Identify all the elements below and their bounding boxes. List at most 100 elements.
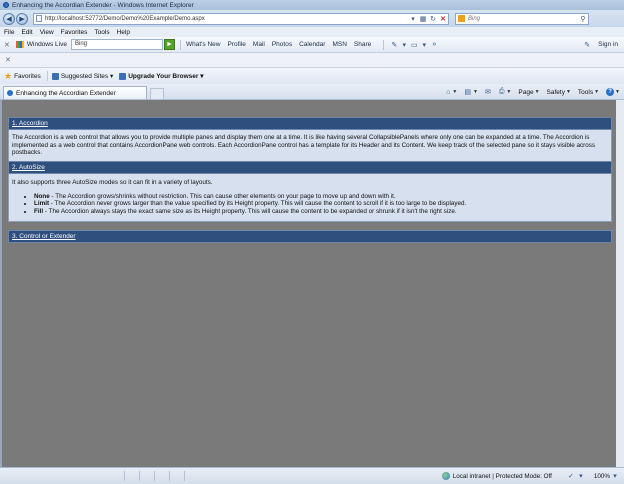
search-field[interactable]: Bing ⚲ (455, 12, 589, 25)
home-icon: ⌂ (446, 88, 451, 96)
menu-view[interactable]: View (40, 29, 54, 36)
chevron-down-icon[interactable]: ▾ (419, 40, 429, 50)
mail-icon: ✉ (484, 89, 491, 96)
accordion-pane-1: 1. Accordion The Accordion is a web cont… (8, 117, 612, 162)
accordion-content-1: The Accordion is a web control that allo… (8, 130, 612, 162)
upgrade-browser-link[interactable]: Upgrade Your Browser ▾ (128, 72, 203, 80)
security-zone[interactable]: Local intranet | Protected Mode: Off ✓ ▾… (441, 471, 624, 481)
help-icon: ? (606, 88, 615, 96)
page-menu[interactable]: Page ▼ (518, 89, 539, 96)
chevron-down-icon: ▼ (615, 89, 620, 95)
window-icon[interactable]: ▭ (409, 40, 419, 50)
chevron-down-icon: ▼ (534, 89, 540, 95)
feeds-button[interactable]: ▤ ▼ (464, 88, 478, 96)
accordion-header-link-3[interactable]: 3. Control or Extender (12, 233, 76, 240)
scrollbar[interactable] (616, 100, 624, 467)
divider (124, 471, 125, 481)
accordion-header-link-2[interactable]: 2. AutoSize (12, 164, 45, 171)
link-mail[interactable]: Mail (253, 41, 265, 48)
link-whats-new[interactable]: What's New (186, 41, 220, 48)
divider (46, 71, 48, 81)
safety-menu-label: Safety (546, 88, 565, 96)
sign-in-link[interactable]: Sign in (598, 41, 618, 48)
search-icon[interactable]: ⚲ (578, 14, 588, 24)
menu-favorites[interactable]: Favorites (61, 29, 88, 36)
link-profile[interactable]: Profile (227, 41, 245, 48)
link-msn[interactable]: MSN (332, 41, 346, 48)
accordion-content-2: It also supports three AutoSize modes so… (8, 174, 612, 222)
command-bar: ⌂ ▼ ▤ ▼ ✉ ⎙ ▼ Page ▼ Safety ▼ Tools ▼ ? ▼ (439, 85, 624, 99)
go-icon[interactable]: ► (163, 39, 175, 50)
tab-bar: Enhancing the Accordian Extender ⌂ ▼ ▤ ▼ ✉… (0, 84, 624, 100)
divider (179, 39, 181, 50)
compatibility-icon[interactable]: ▦ (418, 14, 428, 24)
ie-icon (7, 90, 13, 96)
accordion-header-link-1[interactable]: 1. Accordion (12, 120, 48, 127)
zoom-level[interactable]: 100% (594, 473, 610, 480)
url-text[interactable]: http://localhost:52772/Demo/Demo%20Examp… (45, 16, 408, 22)
more-icon[interactable]: » (429, 40, 439, 50)
address-toolbar: ◀ ▶ http://localhost:52772/Demo/Demo%20E… (0, 10, 624, 27)
chevron-down-icon[interactable]: ▾ (576, 471, 586, 481)
chevron-down-icon[interactable]: ▾ (399, 40, 409, 50)
menu-tools[interactable]: Tools (94, 29, 109, 36)
menu-edit[interactable]: Edit (21, 29, 32, 36)
ie-icon (3, 2, 9, 8)
suggested-sites-link[interactable]: Suggested Sites ▾ (61, 72, 113, 80)
refresh-icon[interactable]: ↻ (428, 14, 438, 24)
tools-menu[interactable]: Tools ▼ (578, 89, 599, 96)
favorites-button[interactable]: Favorites (14, 73, 41, 80)
back-icon[interactable]: ◀ (3, 12, 15, 25)
chevron-down-icon: ▼ (506, 89, 512, 95)
close-icon[interactable]: ✕ (4, 41, 10, 49)
accordion-header-3[interactable]: 3. Control or Extender (8, 230, 612, 243)
divider (169, 471, 170, 481)
list-text: - The Accordion always stays the exact s… (43, 207, 457, 215)
print-button[interactable]: ⎙ ▼ (499, 88, 512, 96)
divider (154, 471, 155, 481)
favorites-bar: ★ Favorites Suggested Sites ▾ Upgrade Yo… (0, 67, 624, 84)
tab-active[interactable]: Enhancing the Accordian Extender (3, 86, 147, 99)
chevron-down-icon: ▼ (565, 89, 571, 95)
star-icon[interactable]: ★ (4, 71, 12, 82)
forward-icon[interactable]: ▶ (16, 12, 28, 25)
close-icon[interactable]: ✕ (5, 56, 11, 64)
new-tab-button[interactable] (150, 88, 164, 99)
pin-icon[interactable]: ✓ (566, 471, 576, 481)
divider (139, 471, 140, 481)
link-share[interactable]: Share (354, 41, 371, 48)
secondary-toolbar: ✕ (0, 53, 624, 67)
menu-bar: File Edit View Favorites Tools Help (0, 27, 624, 37)
help-button[interactable]: ? ▼ (606, 88, 620, 96)
accordion-header-2[interactable]: 2. AutoSize (8, 161, 612, 174)
safety-menu[interactable]: Safety ▼ (547, 89, 571, 96)
link-photos[interactable]: Photos (272, 41, 292, 48)
status-bar: Local intranet | Protected Mode: Off ✓ ▾… (0, 467, 624, 484)
tab-label: Enhancing the Accordian Extender (16, 89, 116, 97)
address-field[interactable]: http://localhost:52772/Demo/Demo%20Examp… (33, 12, 449, 25)
page-content: 1. Accordion The Accordion is a web cont… (0, 100, 624, 467)
windows-live-search-input[interactable]: Bing (70, 39, 163, 50)
windows-live-label: Windows Live (26, 41, 67, 48)
pencil-icon[interactable]: ✎ (389, 40, 399, 50)
windows-live-logo-icon (15, 41, 24, 48)
home-button[interactable]: ⌂ ▼ (446, 89, 457, 96)
bing-icon (458, 15, 465, 22)
mail-button[interactable]: ✉ (485, 88, 492, 96)
search-placeholder[interactable]: Bing (468, 16, 578, 22)
menu-help[interactable]: Help (117, 29, 130, 36)
accordion-content-text-1: The Accordion is a web control that allo… (12, 134, 596, 156)
windows-live-toolbar: ✕ Windows Live Bing ► What's New Profile… (0, 37, 624, 53)
chevron-down-icon[interactable]: ▾ (610, 471, 620, 481)
edit-icon[interactable]: ✎ (582, 40, 592, 50)
accordion-header-1[interactable]: 1. Accordion (8, 117, 612, 130)
link-calendar[interactable]: Calendar (299, 41, 325, 48)
divider (184, 471, 185, 481)
list-text: - The Accordion never grows larger than … (49, 200, 467, 207)
dropdown-icon[interactable]: ▾ (408, 14, 418, 24)
upgrade-icon (119, 72, 127, 80)
globe-icon (441, 472, 450, 480)
menu-file[interactable]: File (4, 29, 14, 36)
feed-icon: ▤ (464, 89, 471, 96)
stop-icon[interactable]: ✕ (438, 14, 448, 24)
